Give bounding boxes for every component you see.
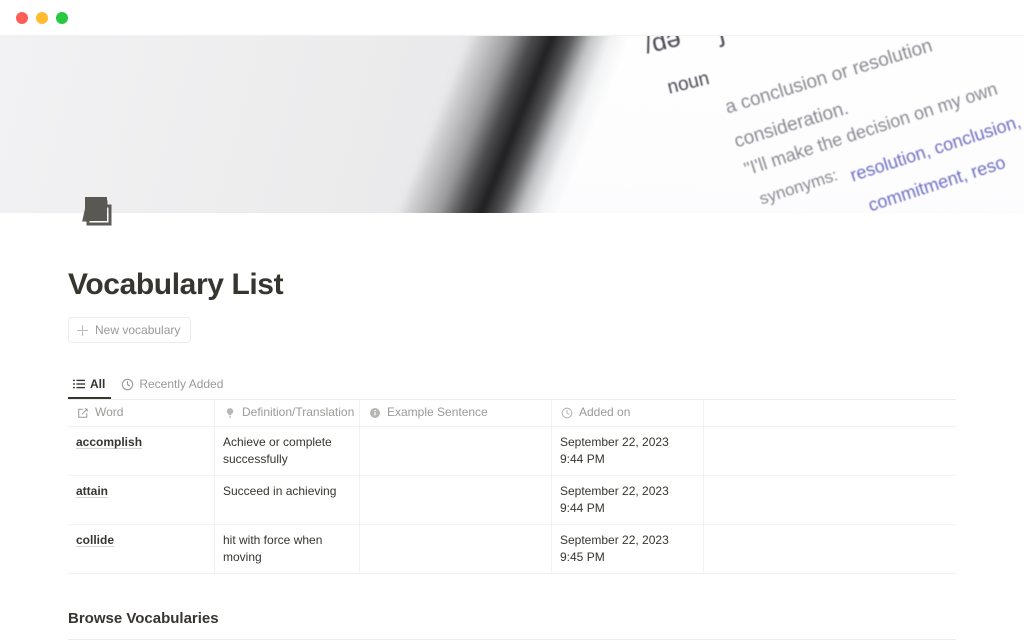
table-row[interactable]: accomplish Achieve or complete successful… bbox=[68, 427, 956, 477]
minimize-window-button[interactable] bbox=[36, 11, 48, 24]
column-header-example[interactable]: Example Sentence bbox=[360, 400, 552, 426]
cell-example[interactable] bbox=[360, 525, 552, 574]
column-header-added-on-label: Added on bbox=[579, 405, 631, 420]
cell-example[interactable] bbox=[360, 427, 552, 476]
cell-added-on[interactable]: September 22, 2023 9:44 PM bbox=[552, 427, 704, 476]
clock-icon bbox=[560, 407, 573, 420]
word-link[interactable]: attain bbox=[76, 484, 108, 498]
cell-empty[interactable] bbox=[704, 476, 956, 524]
new-vocabulary-label: New vocabulary bbox=[95, 323, 181, 337]
edit-square-icon bbox=[76, 407, 89, 420]
window-titlebar bbox=[0, 0, 1024, 36]
column-header-word[interactable]: Word bbox=[68, 400, 215, 426]
app-window: /dəʃ·nouna conclusion or resolutionconsi… bbox=[0, 0, 1024, 640]
lightbulb-icon bbox=[223, 407, 236, 420]
column-header-empty[interactable] bbox=[704, 400, 956, 426]
column-header-definition-label: Definition/Translation bbox=[242, 405, 355, 420]
cell-added-on[interactable]: September 22, 2023 9:45 PM bbox=[552, 525, 704, 574]
page-content: Vocabulary List New vocabulary All Recen… bbox=[0, 213, 1024, 640]
cell-example[interactable] bbox=[360, 476, 552, 525]
cell-empty[interactable] bbox=[704, 427, 956, 475]
vocabulary-table: Word Definition/Translation Example Sent… bbox=[68, 399, 956, 575]
clock-icon bbox=[121, 378, 134, 391]
column-header-definition[interactable]: Definition/Translation bbox=[215, 400, 360, 426]
word-link[interactable]: collide bbox=[76, 533, 114, 547]
column-header-added-on[interactable]: Added on bbox=[552, 400, 704, 426]
cell-definition[interactable]: hit with force when moving bbox=[215, 525, 360, 574]
cell-word[interactable]: accomplish bbox=[68, 427, 215, 476]
cell-word[interactable]: attain bbox=[68, 476, 215, 525]
cell-definition[interactable]: Succeed in achieving bbox=[215, 476, 360, 525]
view-tabs: All Recently Added bbox=[68, 375, 956, 399]
column-header-example-label: Example Sentence bbox=[387, 405, 488, 420]
page-title: Vocabulary List bbox=[68, 268, 284, 301]
tab-all[interactable]: All bbox=[68, 375, 112, 399]
cell-added-on[interactable]: September 22, 2023 9:44 PM bbox=[552, 476, 704, 525]
browse-heading: Browse Vocabularies bbox=[68, 610, 219, 628]
close-window-button[interactable] bbox=[16, 11, 28, 24]
table-body: accomplish Achieve or complete successful… bbox=[68, 427, 956, 575]
page-cover-image[interactable]: /dəʃ·nouna conclusion or resolutionconsi… bbox=[0, 36, 1024, 213]
column-header-word-label: Word bbox=[95, 405, 124, 420]
new-vocabulary-button[interactable]: New vocabulary bbox=[68, 317, 192, 343]
info-circle-icon bbox=[368, 407, 381, 420]
cell-definition[interactable]: Achieve or complete successfully bbox=[215, 427, 360, 476]
tab-recently-added-label: Recently Added bbox=[139, 377, 224, 391]
pages-stack-icon[interactable] bbox=[76, 188, 122, 234]
window-controls bbox=[16, 11, 68, 24]
cover-photo: /dəʃ·nouna conclusion or resolutionconsi… bbox=[0, 36, 1024, 213]
word-link[interactable]: accomplish bbox=[76, 435, 142, 449]
table-row[interactable]: collide hit with force when moving Septemb… bbox=[68, 525, 956, 575]
maximize-window-button[interactable] bbox=[56, 11, 68, 24]
table-header-row: Word Definition/Translation Example Sent… bbox=[68, 400, 956, 427]
cell-word[interactable]: collide bbox=[68, 525, 215, 574]
cell-empty[interactable] bbox=[704, 525, 956, 573]
plus-icon bbox=[77, 324, 88, 336]
tab-all-label: All bbox=[90, 377, 106, 391]
table-row[interactable]: attain Succeed in achieving September 22, … bbox=[68, 476, 956, 526]
tab-recently-added[interactable]: Recently Added bbox=[117, 375, 229, 399]
list-icon bbox=[72, 378, 85, 391]
